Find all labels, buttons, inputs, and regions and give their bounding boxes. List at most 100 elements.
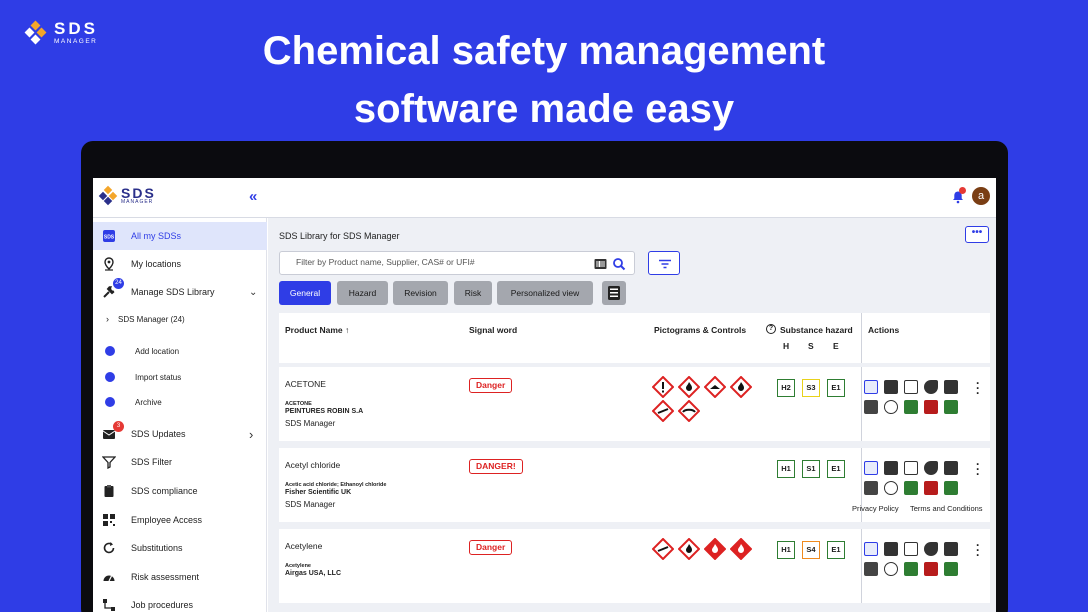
app-logo-name: SDS [121, 185, 156, 201]
row-menu-icon[interactable]: · · · [976, 539, 980, 561]
help-icon[interactable]: ? [766, 324, 776, 334]
tab-personalized-view[interactable]: Personalized view [497, 281, 593, 305]
ai-icon[interactable] [864, 542, 878, 556]
sidebar-item-risk-assessment[interactable]: Risk assessment [93, 563, 267, 591]
filter-button[interactable] [648, 251, 680, 275]
row-menu-icon[interactable]: · · · [976, 458, 980, 480]
sidebar-item-substitutions[interactable]: Substitutions [93, 534, 267, 562]
more-options-button[interactable]: ••• [965, 226, 989, 243]
tag-icon[interactable] [924, 380, 938, 394]
avatar[interactable]: a [972, 187, 990, 205]
tab-hazard[interactable]: Hazard [337, 281, 388, 305]
privacy-policy-link[interactable]: Privacy Policy [852, 504, 899, 513]
sidebar-item-label: All my SDSs [131, 231, 182, 241]
hazard-h-badge: H2 [777, 379, 795, 397]
sidebar: SDS All my SDSs My locations 24 Manage S… [93, 218, 267, 612]
col-product-name[interactable]: Product Name ↑ [285, 325, 349, 335]
col-e: E [833, 341, 839, 351]
share-icon[interactable] [884, 400, 898, 414]
library-node-label: SDS Manager (24) [118, 314, 185, 324]
emergency-exit-icon[interactable] [944, 400, 958, 414]
signal-word-badge: Danger [469, 378, 513, 393]
emergency-exit-icon[interactable] [944, 562, 958, 576]
product-synonym: ACETONE [285, 401, 312, 407]
sidebar-sub-add-location[interactable]: Add location [93, 340, 267, 362]
sidebar-item-employee-access[interactable]: Employee Access [93, 506, 267, 534]
copy-icon[interactable] [884, 380, 898, 394]
collapse-sidebar-icon[interactable]: « [249, 188, 257, 205]
sidebar-item-all-sdss[interactable]: SDS All my SDSs [93, 222, 267, 250]
sidebar-item-my-locations[interactable]: My locations [93, 250, 267, 278]
signal-word-badge: DANGER! [469, 459, 523, 474]
updates-count-badge: 3 [113, 421, 124, 432]
open-external-icon[interactable] [904, 380, 918, 394]
open-external-icon[interactable] [904, 461, 918, 475]
share-icon[interactable] [884, 562, 898, 576]
col-product-label: Product Name [285, 325, 343, 335]
search-icon[interactable] [612, 257, 626, 271]
import-icon [105, 372, 115, 382]
filter-lines-icon [659, 259, 671, 269]
copy-icon[interactable] [884, 542, 898, 556]
product-name[interactable]: Acetylene [285, 541, 322, 551]
tab-revision[interactable]: Revision [393, 281, 448, 305]
sidebar-item-sds-compliance[interactable]: SDS compliance [93, 477, 267, 505]
document-icon[interactable] [944, 380, 958, 394]
search-input[interactable] [296, 257, 586, 267]
footer: Privacy Policy Terms and Conditions [268, 490, 996, 518]
sidebar-item-label: SDS compliance [131, 486, 198, 496]
product-name[interactable]: Acetyl chloride [285, 460, 340, 470]
column-settings-button[interactable] [602, 281, 626, 305]
table-row[interactable]: Acetylene Acetylene Airgas USA, LLC Dang… [279, 529, 990, 603]
barcode-scan-icon[interactable] [594, 258, 607, 270]
sidebar-item-label: Substitutions [131, 543, 183, 553]
copy-icon[interactable] [884, 461, 898, 475]
table-row[interactable]: ACETONE ACETONE PEINTURES ROBIN S.A SDS … [279, 367, 990, 441]
first-aid-icon[interactable] [904, 562, 918, 576]
sidebar-item-label: My locations [131, 259, 182, 269]
fire-safety-icon[interactable] [924, 562, 938, 576]
sidebar-sub-archive[interactable]: Archive [93, 391, 267, 413]
app-logo[interactable]: SDS MANAGER [98, 185, 156, 205]
chevron-right-icon[interactable]: › [249, 427, 253, 442]
sort-arrow-icon[interactable]: ↑ [345, 325, 349, 335]
ai-icon[interactable] [864, 380, 878, 394]
col-pictograms: Pictograms & Controls [654, 325, 747, 335]
product-supplier: Airgas USA, LLC [285, 570, 342, 577]
chevron-down-icon[interactable]: ⌄ [249, 287, 257, 298]
main-content: SDS Library for SDS Manager ••• General … [268, 218, 996, 612]
product-name[interactable]: ACETONE [285, 379, 326, 389]
sidebar-item-job-procedures[interactable]: Job procedures [93, 591, 267, 612]
document-icon[interactable] [944, 542, 958, 556]
tag-icon[interactable] [924, 461, 938, 475]
svg-text:SDS: SDS [104, 235, 115, 241]
sidebar-item-sds-updates[interactable]: 3 SDS Updates › [93, 420, 267, 448]
table-header: Product Name ↑ Signal word Pictograms & … [279, 313, 990, 363]
tab-general[interactable]: General [279, 281, 331, 305]
print-icon[interactable] [864, 562, 878, 576]
document-icon[interactable] [944, 461, 958, 475]
sidebar-sub-import-status[interactable]: Import status [93, 366, 267, 388]
terms-link[interactable]: Terms and Conditions [910, 504, 983, 513]
open-external-icon[interactable] [904, 542, 918, 556]
hero-headline: Chemical safety management software made… [0, 22, 1088, 138]
sidebar-item-sds-filter[interactable]: SDS Filter [93, 448, 267, 476]
sidebar-item-label: SDS Filter [131, 457, 173, 467]
notification-dot [959, 187, 966, 194]
chevron-right-icon: › [106, 314, 109, 324]
ghs-corrosion-icon [704, 376, 726, 398]
hazard-e-badge: E1 [827, 541, 845, 559]
col-h: H [783, 341, 790, 351]
first-aid-icon[interactable] [904, 400, 918, 414]
tag-icon[interactable] [924, 542, 938, 556]
row-menu-icon[interactable]: · · · [976, 377, 980, 399]
ai-icon[interactable] [864, 461, 878, 475]
print-icon[interactable] [864, 400, 878, 414]
tab-risk[interactable]: Risk [454, 281, 492, 305]
sidebar-library-node[interactable]: › SDS Manager (24) [93, 308, 267, 330]
sub-item-label: Import status [135, 372, 182, 382]
sidebar-item-manage-sds-library[interactable]: 24 Manage SDS Library ⌄ [93, 278, 267, 306]
fire-safety-icon[interactable] [924, 400, 938, 414]
hazard-s-badge: S1 [802, 460, 820, 478]
sidebar-item-label: Job procedures [131, 600, 194, 610]
